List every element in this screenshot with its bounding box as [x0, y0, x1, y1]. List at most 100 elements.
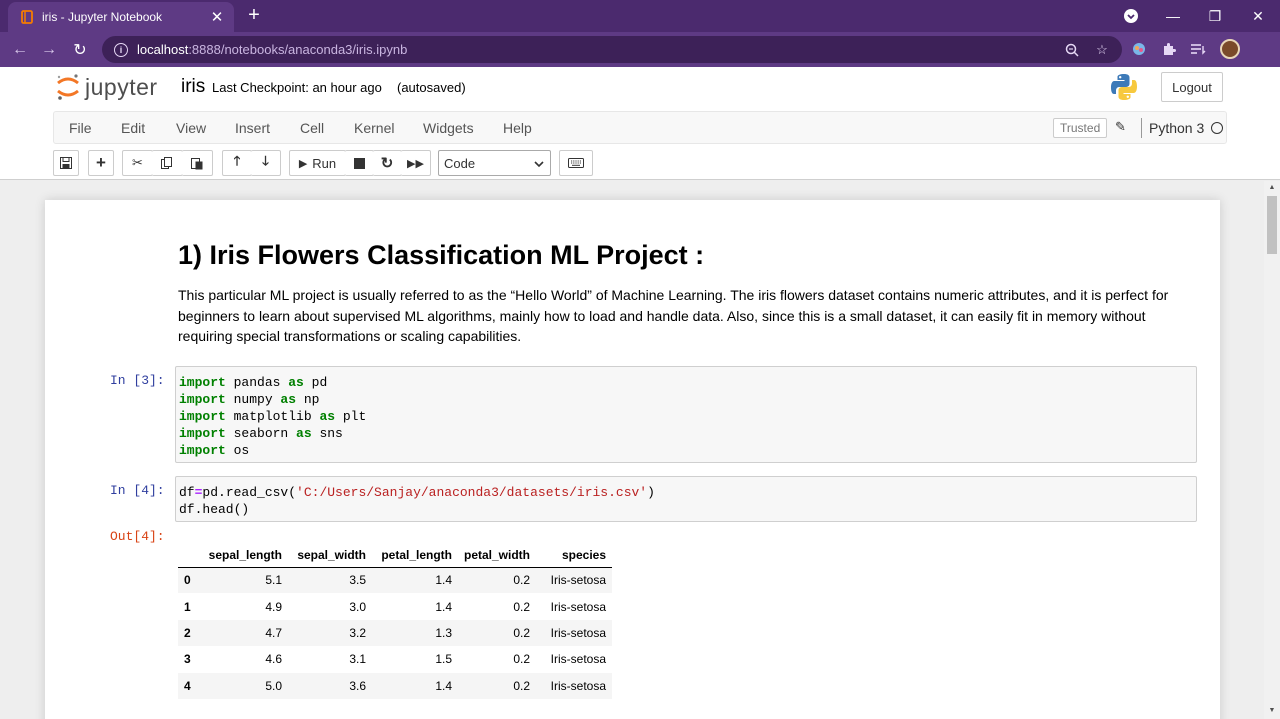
- code-keyword: as: [280, 392, 297, 407]
- url-path: :8888/notebooks/anaconda3/iris.ipynb: [188, 42, 408, 57]
- code-cell-read-csv[interactable]: df=pd.read_csv('C:/Users/Sanjay/anaconda…: [175, 476, 1197, 522]
- restore-button[interactable]: ❐: [1194, 0, 1236, 32]
- table-cell: 4.9: [265, 599, 282, 614]
- cell-type-select[interactable]: Code: [438, 150, 551, 176]
- code-keyword: as: [296, 426, 312, 441]
- table-header: sepal_length sepal_width petal_length petal…: [178, 543, 613, 568]
- run-button[interactable]: ▶ Run: [289, 150, 346, 176]
- table-cell: 1.4: [435, 599, 452, 614]
- menu-help[interactable]: Help: [503, 120, 532, 136]
- menu-insert[interactable]: Insert: [235, 120, 270, 136]
- logout-button[interactable]: Logout: [1161, 72, 1223, 102]
- menubar: File Edit View Insert Cell Kernel Widget…: [53, 111, 1227, 144]
- table-column-header: sepal_length: [198, 543, 288, 568]
- table-cell: 3.0: [349, 599, 366, 614]
- table-cell: 0.2: [513, 652, 531, 667]
- autosave-status: (autosaved): [397, 80, 466, 95]
- plus-icon: +: [96, 153, 106, 172]
- fast-forward-icon: ▶▶: [407, 157, 424, 170]
- play-icon: ▶: [298, 157, 308, 170]
- code-line: import os: [179, 442, 1193, 459]
- menu-widgets[interactable]: Widgets: [423, 120, 474, 136]
- notebook-name[interactable]: iris: [181, 76, 205, 98]
- scroll-down-arrow-icon[interactable]: ▼: [1268, 707, 1276, 715]
- menu-edit[interactable]: Edit: [121, 120, 145, 136]
- table-cell: 1.5: [435, 652, 452, 667]
- browser-address-bar: ← → ↻ i localhost:8888/notebooks/anacond…: [0, 32, 1280, 67]
- table-cell: 4.7: [265, 625, 282, 640]
- close-window-button[interactable]: ✕: [1237, 0, 1279, 32]
- restart-button[interactable]: ↻: [373, 150, 402, 176]
- code-cell-imports[interactable]: import pandas as pd import numpy as np imp…: [175, 366, 1197, 463]
- code-keyword: import: [179, 392, 226, 407]
- page-scrollbar[interactable]: ▲ ▼: [1264, 181, 1280, 719]
- extension-color-icon[interactable]: [1128, 38, 1150, 60]
- insert-cell-button[interactable]: +: [88, 150, 114, 176]
- move-down-button[interactable]: 🡓: [251, 150, 281, 176]
- arrow-up-icon: 🡑: [233, 153, 241, 168]
- paste-button[interactable]: [182, 150, 213, 176]
- table-column-header: species: [536, 543, 613, 568]
- minimize-button[interactable]: —: [1152, 0, 1194, 32]
- table-body: 0 5.1 3.5 1.4 0.2 Iris-setosa 1 4.9 3.0 1.4 0.2 Iri…: [178, 567, 613, 699]
- new-tab-button[interactable]: +: [243, 4, 265, 26]
- zoom-icon[interactable]: [1062, 40, 1082, 60]
- table-column-header: petal_length: [372, 543, 458, 568]
- interrupt-button[interactable]: [345, 150, 374, 176]
- jupyter-logo[interactable]: jupyter: [55, 72, 158, 102]
- code-line: df.head(): [179, 502, 250, 517]
- code-line: df=pd.read_csv('C:/Users/Sanjay/anaconda…: [179, 484, 1193, 501]
- tab-search-icon[interactable]: [1110, 0, 1152, 32]
- reading-list-icon[interactable]: [1187, 38, 1209, 60]
- scroll-up-arrow-icon[interactable]: ▲: [1268, 184, 1276, 192]
- browser-tab-bar: iris - Jupyter Notebook ✕ + — ❐ ✕: [0, 0, 1280, 32]
- extensions-puzzle-icon[interactable]: [1158, 38, 1180, 60]
- code-keyword: as: [288, 375, 304, 390]
- table-row: 0 5.1 3.5 1.4 0.2 Iris-setosa: [178, 567, 613, 594]
- notebook-container: 1) Iris Flowers Classification ML Projec…: [45, 200, 1220, 719]
- kernel-idle-indicator: [1211, 122, 1223, 134]
- table-cell: 3.1: [349, 652, 366, 667]
- restart-run-all-button[interactable]: ▶▶: [401, 150, 431, 176]
- kernel-separator: [1141, 118, 1142, 138]
- cut-button[interactable]: ✂: [122, 150, 153, 176]
- code-module: pandas: [225, 375, 289, 390]
- jupyter-favicon-icon: [20, 9, 34, 25]
- tab-close-icon[interactable]: ✕: [208, 8, 226, 26]
- back-arrow-icon[interactable]: ←: [8, 38, 32, 62]
- url-input[interactable]: i localhost:8888/notebooks/anaconda3/iri…: [102, 36, 1122, 63]
- table-cell: 0.2: [513, 599, 531, 614]
- kernel-name[interactable]: Python 3: [1149, 120, 1204, 136]
- copy-button[interactable]: [152, 150, 183, 176]
- restart-icon: ↻: [380, 155, 394, 172]
- table-cell: 1.4: [435, 678, 452, 693]
- menu-view[interactable]: View: [176, 120, 206, 136]
- menu-file[interactable]: File: [69, 120, 92, 136]
- scrollbar-thumb[interactable]: [1267, 196, 1277, 254]
- cell2-input-prompt: In [4]:: [110, 483, 165, 498]
- save-icon: [60, 157, 72, 169]
- command-palette-button[interactable]: [559, 150, 593, 176]
- markdown-paragraph: This particular ML project is usually re…: [178, 287, 1169, 344]
- table-cell: 5.1: [265, 573, 282, 588]
- table-row-index: 0: [184, 573, 191, 588]
- bookmark-star-icon[interactable]: ☆: [1092, 40, 1112, 60]
- profile-avatar[interactable]: [1220, 39, 1240, 59]
- menu-cell[interactable]: Cell: [300, 120, 324, 136]
- arrow-down-icon: 🡓: [262, 153, 269, 168]
- save-button[interactable]: [53, 150, 79, 176]
- checkpoint-status: Last Checkpoint: an hour ago: [212, 80, 382, 95]
- table-row-index: 3: [184, 652, 191, 667]
- trusted-indicator[interactable]: Trusted: [1053, 118, 1108, 138]
- table-cell: 1.3: [435, 625, 452, 640]
- chevron-down-icon: [534, 157, 544, 172]
- cell2-output-prompt: Out[4]:: [110, 529, 165, 544]
- menu-kernel[interactable]: Kernel: [354, 120, 394, 136]
- move-up-button[interactable]: 🡑: [222, 150, 252, 176]
- reload-icon[interactable]: ↻: [68, 38, 92, 62]
- stop-icon: [353, 157, 365, 169]
- forward-arrow-icon[interactable]: →: [37, 38, 61, 62]
- code-line: import seaborn as sns: [179, 425, 1193, 442]
- site-info-icon[interactable]: i: [114, 42, 128, 57]
- browser-tab[interactable]: iris - Jupyter Notebook ✕: [8, 2, 234, 32]
